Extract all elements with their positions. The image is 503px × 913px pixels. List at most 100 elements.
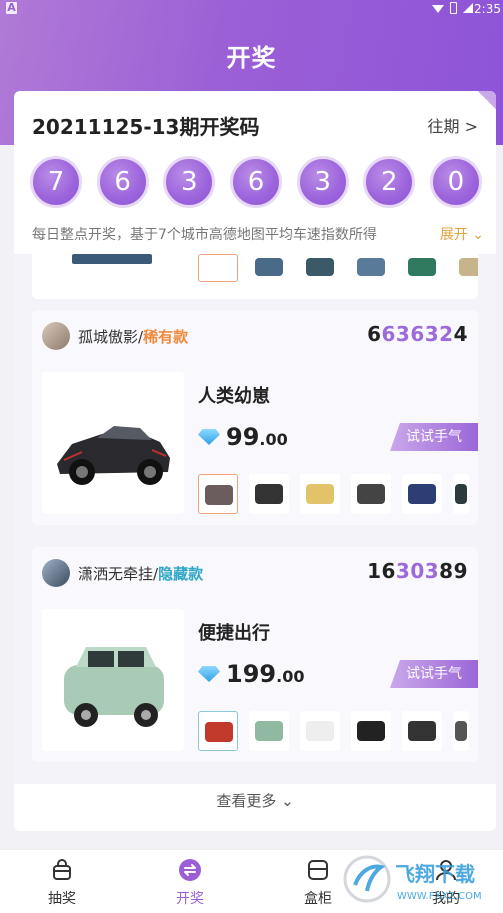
thumb-shape: [306, 258, 334, 276]
price: 199.00: [226, 660, 304, 688]
number-ball: 3: [296, 156, 349, 208]
thumbnail[interactable]: [453, 711, 469, 751]
rarity-tag: 稀有款: [143, 328, 189, 346]
draw-card: 20211125-13期开奖码 往期 > 7 6 3 6 3 2 0 每日整点开…: [14, 91, 496, 831]
user-row: 孤城傲影/稀有款 6636324: [42, 322, 468, 350]
tab-draw[interactable]: 抽奖: [12, 850, 112, 913]
expand-link[interactable]: 展开 ⌄: [440, 224, 484, 244]
thumbnail[interactable]: [198, 711, 238, 751]
thumbnail[interactable]: [300, 711, 340, 751]
product-name: 便捷出行: [198, 623, 270, 644]
exchange-icon: [179, 859, 201, 881]
thumbnail[interactable]: [249, 254, 289, 282]
number-ball: 6: [96, 156, 149, 208]
number-ball: 6: [229, 156, 282, 208]
thumbnail[interactable]: [300, 254, 340, 282]
code-part: 6: [367, 322, 382, 346]
thumbnail[interactable]: [402, 711, 442, 751]
result-card-partial[interactable]: [32, 254, 478, 299]
history-link[interactable]: 往期 >: [428, 113, 479, 137]
tab-label: 抽奖: [48, 891, 76, 907]
mini-car-icon: [64, 647, 164, 727]
username-text: 潇洒无牵挂/: [78, 565, 159, 583]
wifi-icon: [432, 5, 444, 13]
cell-signal-icon: [463, 3, 473, 13]
price-decimal: .00: [276, 667, 305, 686]
price-main: 99: [226, 423, 260, 451]
thumbnail[interactable]: [300, 474, 340, 514]
code-highlight: 303: [395, 559, 440, 583]
sports-car-icon: [57, 426, 170, 485]
thumb-shape: [455, 484, 467, 504]
code-highlight: 63632: [381, 322, 454, 346]
thumbnail[interactable]: [198, 254, 238, 282]
see-more-link[interactable]: 查看更多 ⌄: [14, 790, 496, 811]
thumb-shape: [306, 721, 334, 741]
watermark-url: WWW.FXXZ.COM: [397, 891, 482, 902]
rarity-tag: 隐藏款: [158, 565, 204, 583]
avatar[interactable]: [42, 322, 70, 350]
thumb-shape: [255, 484, 283, 504]
status-icons: [432, 2, 473, 14]
period-row: 20211125-13期开奖码 往期 >: [32, 111, 479, 139]
price-main: 199: [226, 660, 277, 688]
bottom-tab-bar: 抽奖 开奖 盒柜 我的 飞翔下载 WWW.FXXZ.COM: [0, 849, 503, 913]
username-text: 孤城傲影/: [78, 328, 144, 346]
diamond-icon: [198, 429, 220, 445]
watermark-logo: 飞翔下载 WWW.FXXZ.COM: [343, 855, 482, 903]
status-time: 2:35: [474, 2, 501, 16]
code-part: 16: [367, 559, 396, 583]
try-luck-button[interactable]: 试试手气: [390, 423, 478, 451]
box-icon: [308, 860, 328, 880]
thumb-shape: [255, 721, 283, 741]
tab-results[interactable]: 开奖: [140, 850, 240, 913]
results-list[interactable]: 孤城傲影/稀有款 6636324 人类幼崽 99.00 试试手气 潇洒无牵挂/隐…: [14, 254, 496, 784]
thumbnail[interactable]: [351, 474, 391, 514]
username: 孤城傲影/稀有款: [78, 326, 188, 347]
try-luck-button[interactable]: 试试手气: [390, 660, 478, 688]
thumbnail-strip: [198, 711, 469, 751]
page-title: 开奖: [226, 44, 277, 72]
product-name: 人类幼崽: [198, 386, 270, 407]
price-decimal: .00: [259, 430, 288, 449]
thumb-shape: [408, 258, 436, 276]
winning-balls: 7 6 3 6 3 2 0: [30, 156, 482, 208]
price: 99.00: [226, 423, 288, 451]
thumb-shape: [306, 484, 334, 504]
user-row: 潇洒无牵挂/隐藏款 1630389: [42, 559, 468, 587]
thumbnail[interactable]: [249, 474, 289, 514]
tablet-shape: [72, 254, 152, 264]
draw-code: 1630389: [367, 559, 468, 583]
thumb-shape: [255, 258, 283, 276]
status-a-badge: A: [6, 1, 17, 14]
thumb-shape: [357, 258, 385, 276]
draw-description-row: 每日整点开奖，基于7个城市高德地图平均车速指数所得 展开 ⌄: [32, 224, 484, 244]
code-part: 4: [453, 322, 468, 346]
thumb-shape: [459, 258, 478, 276]
product-image[interactable]: [42, 609, 184, 751]
thumbnail[interactable]: [402, 474, 442, 514]
number-ball: 0: [429, 156, 482, 208]
thumbnail[interactable]: [249, 711, 289, 751]
thumbnail[interactable]: [351, 711, 391, 751]
number-ball: 7: [30, 156, 82, 208]
number-ball: 3: [163, 156, 216, 208]
username: 潇洒无牵挂/隐藏款: [78, 563, 203, 584]
thumb-shape: [205, 485, 233, 505]
thumbnail[interactable]: [453, 254, 478, 282]
number-ball: 2: [363, 156, 416, 208]
thumbnail[interactable]: [453, 474, 469, 514]
product-image[interactable]: [42, 372, 184, 514]
thumbnail[interactable]: [198, 474, 238, 514]
thumbnail[interactable]: [402, 254, 442, 282]
result-card[interactable]: 孤城傲影/稀有款 6636324 人类幼崽 99.00 试试手气: [32, 310, 478, 525]
tab-label: 开奖: [176, 891, 204, 907]
watermark-title: 飞翔下载: [395, 862, 475, 886]
thumbnail[interactable]: [351, 254, 391, 282]
thumbnail-strip: [198, 474, 469, 514]
draw-code: 6636324: [367, 322, 468, 346]
result-card[interactable]: 潇洒无牵挂/隐藏款 1630389 便捷出行 199.00 试试手气: [32, 547, 478, 762]
thumb-shape: [455, 721, 467, 741]
avatar[interactable]: [42, 559, 70, 587]
diamond-icon: [198, 666, 220, 682]
